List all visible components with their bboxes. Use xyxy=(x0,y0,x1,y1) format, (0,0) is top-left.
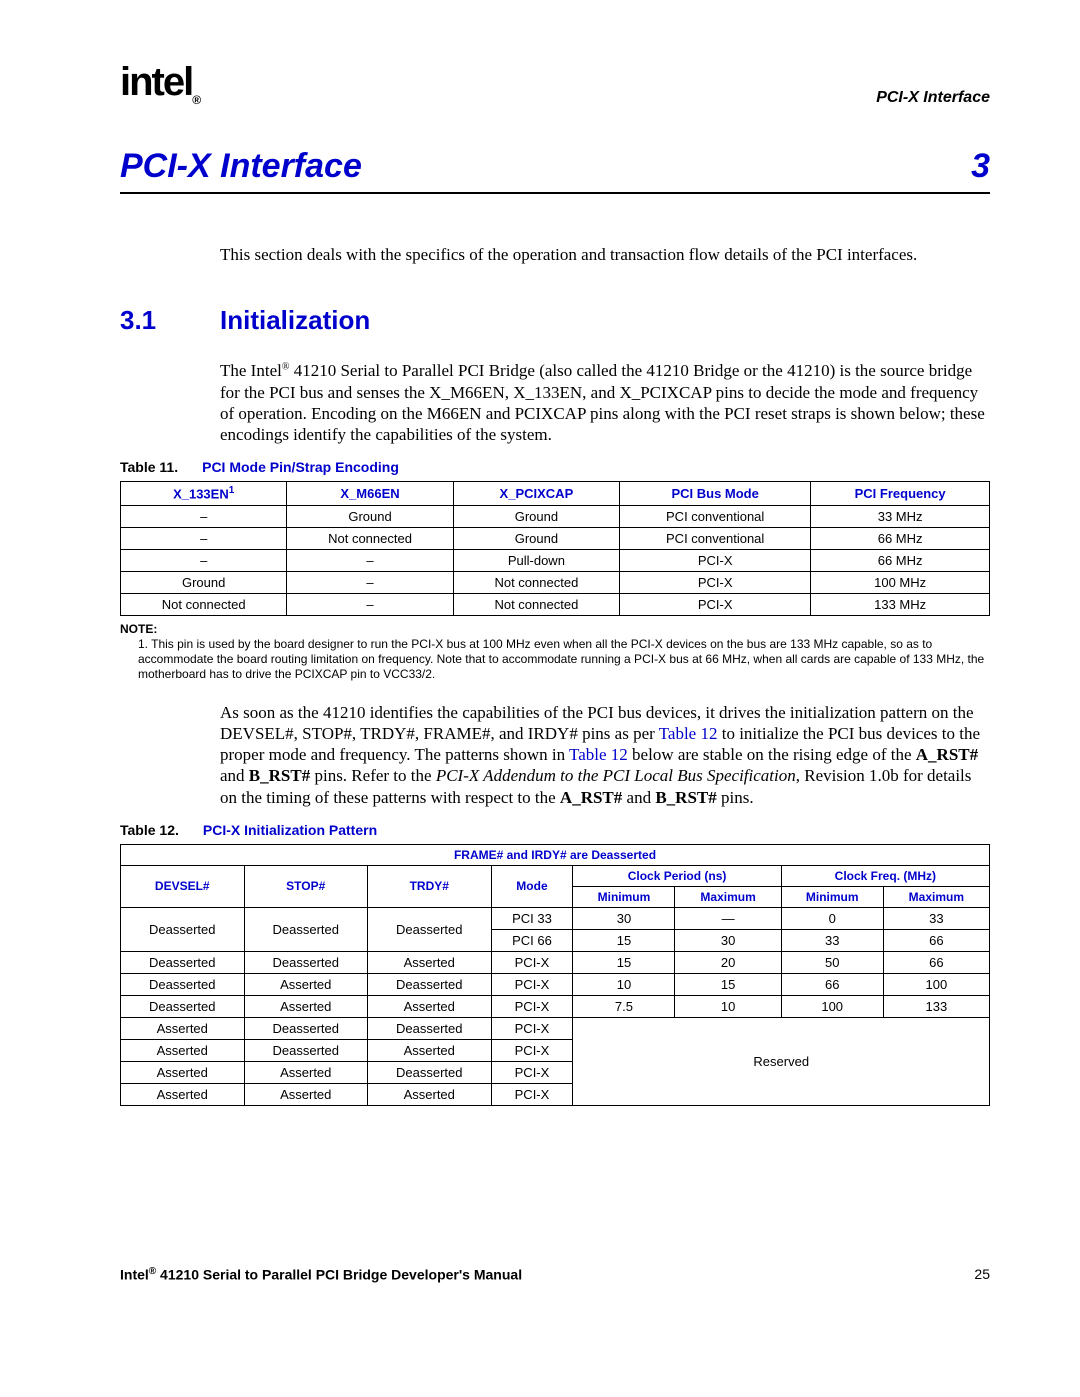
table-11-title: PCI Mode Pin/Strap Encoding xyxy=(202,459,399,475)
table-12: FRAME# and IRDY# are Deasserted DEVSEL# … xyxy=(120,844,990,1106)
table-row: AssertedDeassertedDeassertedPCI-X Reserv… xyxy=(121,1017,990,1039)
ref-table-12[interactable]: Table 12 xyxy=(569,745,628,764)
col-xm66en: X_M66EN xyxy=(287,482,453,505)
logo-reg: ® xyxy=(192,93,199,107)
col-bus-mode: PCI Bus Mode xyxy=(620,482,811,505)
section-heading-3-1: 3.1 Initialization xyxy=(120,305,990,336)
table-row: –Not connectedGroundPCI conventional66 M… xyxy=(121,527,990,549)
page-footer: Intel® 41210 Serial to Parallel PCI Brid… xyxy=(120,1266,990,1283)
col-xpcixcap: X_PCIXCAP xyxy=(453,482,619,505)
mid-paragraph: As soon as the 41210 identifies the capa… xyxy=(220,702,990,808)
col-mode: Mode xyxy=(491,865,573,907)
col-period-min: Minimum xyxy=(573,886,675,907)
col-freq-min: Minimum xyxy=(781,886,883,907)
page-header: intel® PCI-X Interface xyxy=(120,60,990,107)
col-stop: STOP# xyxy=(244,865,368,907)
note-text: 1. This pin is used by the board designe… xyxy=(120,637,990,682)
col-pci-freq: PCI Frequency xyxy=(811,482,990,505)
table-11-note: NOTE: 1. This pin is used by the board d… xyxy=(120,622,990,682)
table-row: ––Pull-downPCI-X66 MHz xyxy=(121,549,990,571)
table-12-title: PCI-X Initialization Pattern xyxy=(203,822,377,838)
table-11: X_133EN1 X_M66EN X_PCIXCAP PCI Bus Mode … xyxy=(120,481,990,615)
ref-table-12[interactable]: Table 12 xyxy=(659,724,718,743)
col-clock-period: Clock Period (ns) xyxy=(573,865,781,886)
col-x133en: X_133EN1 xyxy=(121,482,287,505)
table-row: DeassertedAssertedDeassertedPCI-X 101566… xyxy=(121,973,990,995)
col-freq-max: Maximum xyxy=(883,886,989,907)
intel-logo: intel® xyxy=(120,60,199,107)
table-11-label: Table 11. xyxy=(120,459,178,475)
table-row: –GroundGroundPCI conventional33 MHz xyxy=(121,505,990,527)
table-row: DeassertedDeassertedAssertedPCI-X 152050… xyxy=(121,951,990,973)
chapter-title: PCI-X Interface xyxy=(120,147,362,186)
chapter-number: 3 xyxy=(971,147,990,186)
table-12-label: Table 12. xyxy=(120,822,179,838)
table-header-row: X_133EN1 X_M66EN X_PCIXCAP PCI Bus Mode … xyxy=(121,482,990,505)
intro-paragraph: This section deals with the specifics of… xyxy=(220,244,990,265)
chapter-heading: PCI-X Interface 3 xyxy=(120,147,990,194)
table-row: Ground–Not connectedPCI-X100 MHz xyxy=(121,571,990,593)
col-trdy: TRDY# xyxy=(368,865,492,907)
table-11-caption: Table 11. PCI Mode Pin/Strap Encoding xyxy=(120,459,990,475)
table-row: Not connected–Not connectedPCI-X133 MHz xyxy=(121,593,990,615)
note-label: NOTE: xyxy=(120,622,990,637)
footer-title: Intel® 41210 Serial to Parallel PCI Brid… xyxy=(120,1266,522,1283)
col-period-max: Maximum xyxy=(675,886,781,907)
running-head: PCI-X Interface xyxy=(876,89,990,107)
section-3-1-paragraph: The Intel® 41210 Serial to Parallel PCI … xyxy=(220,360,990,445)
col-devsel: DEVSEL# xyxy=(121,865,245,907)
table-row: Deasserted Deasserted Deasserted PCI 33 … xyxy=(121,907,990,929)
section-title: Initialization xyxy=(220,305,370,336)
table-row: DeassertedAssertedAssertedPCI-X 7.510100… xyxy=(121,995,990,1017)
reserved-cell: Reserved xyxy=(573,1017,990,1105)
table-header-row: DEVSEL# STOP# TRDY# Mode Clock Period (n… xyxy=(121,865,990,886)
page-number: 25 xyxy=(974,1266,990,1282)
section-number: 3.1 xyxy=(120,305,220,336)
table-super-header: FRAME# and IRDY# are Deasserted xyxy=(121,844,990,865)
table-12-caption: Table 12. PCI-X Initialization Pattern xyxy=(120,822,990,838)
logo-text: intel xyxy=(120,60,192,104)
col-clock-freq: Clock Freq. (MHz) xyxy=(781,865,989,886)
